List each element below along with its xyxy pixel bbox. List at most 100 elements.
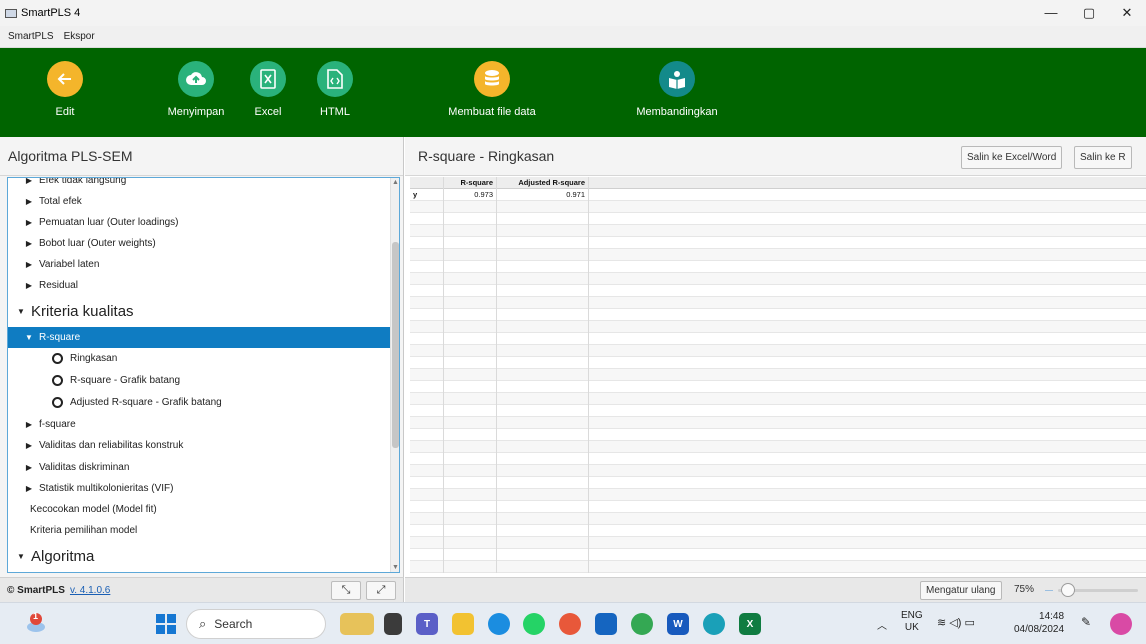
firefox-icon[interactable] <box>559 613 581 635</box>
tree-item[interactable]: ▶ Residual <box>8 275 391 296</box>
collapse-arrow-icon[interactable]: ▼ <box>22 333 36 342</box>
store-icon[interactable] <box>595 613 617 635</box>
menu-smartpls[interactable]: SmartPLS <box>0 31 59 42</box>
copy-r-button[interactable]: Salin ke R <box>1074 146 1132 169</box>
version-link[interactable]: v. 4.1.0.6 <box>70 585 110 596</box>
tree-item-label: Residual <box>39 280 78 291</box>
clock[interactable]: 14:48 04/08/2024 <box>1014 610 1064 636</box>
table-cell <box>410 309 444 321</box>
tree-item[interactable]: ▶ Validitas dan reliabilitas konstruk <box>8 435 391 456</box>
tree-item-label: Adjusted R-square - Grafik batang <box>70 397 222 408</box>
table-row <box>410 513 1146 525</box>
scroll-up-icon[interactable]: ▲ <box>391 179 399 186</box>
table-cell <box>497 225 589 237</box>
expand-arrow-icon[interactable]: ▶ <box>22 239 36 248</box>
landscape-widget-icon[interactable] <box>340 613 374 635</box>
tree-scrollbar[interactable]: ▲ ▼ <box>390 178 399 572</box>
left-panel: Algoritma PLS-SEM ▶ Efek tidak langsung ▶ T… <box>0 137 404 577</box>
tray-chevron-icon[interactable]: ︿ <box>877 617 887 632</box>
reset-button[interactable]: Mengatur ulang <box>920 581 1002 600</box>
expand-icon[interactable]: ⤢ <box>366 581 396 600</box>
radio-icon[interactable] <box>52 397 63 408</box>
scrollbar-thumb[interactable] <box>392 242 399 448</box>
tree-item[interactable]: ▶ Total efek <box>8 191 391 212</box>
zoom-slider-thumb[interactable] <box>1061 583 1075 597</box>
file-explorer-icon[interactable] <box>452 613 474 635</box>
tree-item[interactable]: ▼ Kriteria kualitas <box>8 298 391 324</box>
table-cell <box>410 225 444 237</box>
collapse-arrow-icon[interactable]: ▼ <box>14 307 28 316</box>
copilot-icon[interactable] <box>1110 613 1132 635</box>
tree-item[interactable]: Kriteria pemilihan model <box>8 520 391 541</box>
radio-icon[interactable] <box>52 375 63 386</box>
whatsapp-icon[interactable] <box>523 613 545 635</box>
tree-item-label: Kriteria kualitas <box>31 302 134 320</box>
collapse-icon[interactable]: ⤡ <box>331 581 361 600</box>
tree-item[interactable]: ▶ Bobot luar (Outer weights) <box>8 233 391 254</box>
tree-item[interactable]: ▶ Statistik multikolonieritas (VIF) <box>8 478 391 499</box>
create-datafile-button[interactable]: Membuat file data <box>437 61 547 118</box>
edge-icon[interactable] <box>488 613 510 635</box>
table-cell: 0.973 <box>444 189 497 201</box>
tree-item[interactable]: R-square - Grafik batang <box>8 370 391 391</box>
html-button[interactable]: HTML <box>280 61 390 118</box>
expand-arrow-icon[interactable]: ▶ <box>22 463 36 472</box>
tree-item[interactable]: ▼ R-square <box>8 327 391 348</box>
teams-icon[interactable]: T <box>416 613 438 635</box>
smartpls-icon[interactable] <box>703 613 725 635</box>
notification-icon[interactable]: ✎ <box>1081 615 1091 629</box>
chrome-icon[interactable] <box>631 613 653 635</box>
table-cell <box>410 273 444 285</box>
tree-item[interactable]: Kecocokan model (Model fit) <box>8 499 391 520</box>
expand-arrow-icon[interactable]: ▶ <box>22 197 36 206</box>
excel-label: Excel <box>254 106 282 118</box>
table-cell <box>444 453 497 465</box>
tree-item[interactable]: ▶ Efek tidak langsung <box>8 178 391 191</box>
tree-item[interactable]: ▶ f-square <box>8 414 391 435</box>
taskbar: 1 ⌕ Search T W X ︿ ENG UK ≋ ◁) ▭ 14:48 0… <box>0 602 1146 644</box>
table-cell <box>444 465 497 477</box>
expand-arrow-icon[interactable]: ▶ <box>22 441 36 450</box>
table-cell <box>410 429 444 441</box>
task-view-icon[interactable] <box>384 613 402 635</box>
compare-button[interactable]: Membandingkan <box>622 61 732 118</box>
tree-item[interactable]: Ringkasan <box>8 348 391 369</box>
tree-item-label: Variabel laten <box>39 259 100 270</box>
radio-icon[interactable] <box>52 353 63 364</box>
table-cell <box>410 561 444 573</box>
tree-item[interactable]: ▶ Validitas diskriminan <box>8 457 391 478</box>
table-row <box>410 309 1146 321</box>
menu-ekspor[interactable]: Ekspor <box>59 31 100 42</box>
maximize-button[interactable]: ▢ <box>1070 0 1108 26</box>
wifi-sound-battery-icon[interactable]: ≋ ◁) ▭ <box>937 616 975 629</box>
table-row <box>410 237 1146 249</box>
expand-arrow-icon[interactable]: ▶ <box>22 281 36 290</box>
taskbar-search[interactable]: ⌕ Search <box>186 609 326 639</box>
tree-item[interactable]: ▶ Pemuatan luar (Outer loadings) <box>8 212 391 233</box>
word-icon[interactable]: W <box>667 613 689 635</box>
tree-item[interactable]: ▶ Variabel laten <box>8 254 391 275</box>
expand-arrow-icon[interactable]: ▶ <box>22 178 36 185</box>
expand-arrow-icon[interactable]: ▶ <box>22 420 36 429</box>
scroll-down-icon[interactable]: ▼ <box>391 564 399 571</box>
expand-arrow-icon[interactable]: ▶ <box>22 484 36 493</box>
excel-icon[interactable]: X <box>739 613 761 635</box>
table-row <box>410 501 1146 513</box>
table-cell <box>497 321 589 333</box>
tree-item[interactable]: Adjusted R-square - Grafik batang <box>8 392 391 413</box>
tree-item-label: Kriteria pemilihan model <box>30 525 138 536</box>
close-button[interactable]: ✕ <box>1108 0 1146 26</box>
expand-arrow-icon[interactable]: ▶ <box>22 218 36 227</box>
table-cell <box>444 297 497 309</box>
copy-excel-button[interactable]: Salin ke Excel/Word <box>961 146 1063 169</box>
collapse-arrow-icon[interactable]: ▼ <box>14 552 28 561</box>
tree-item[interactable]: ▼ Algoritma <box>8 543 391 569</box>
edit-button[interactable]: Edit <box>10 61 120 118</box>
windows-start-icon[interactable] <box>155 613 177 635</box>
table-cell <box>410 297 444 309</box>
table-cell <box>497 213 589 225</box>
language-indicator[interactable]: ENG UK <box>901 610 923 634</box>
expand-arrow-icon[interactable]: ▶ <box>22 260 36 269</box>
minimize-button[interactable]: — <box>1032 0 1070 26</box>
table-cell <box>410 453 444 465</box>
